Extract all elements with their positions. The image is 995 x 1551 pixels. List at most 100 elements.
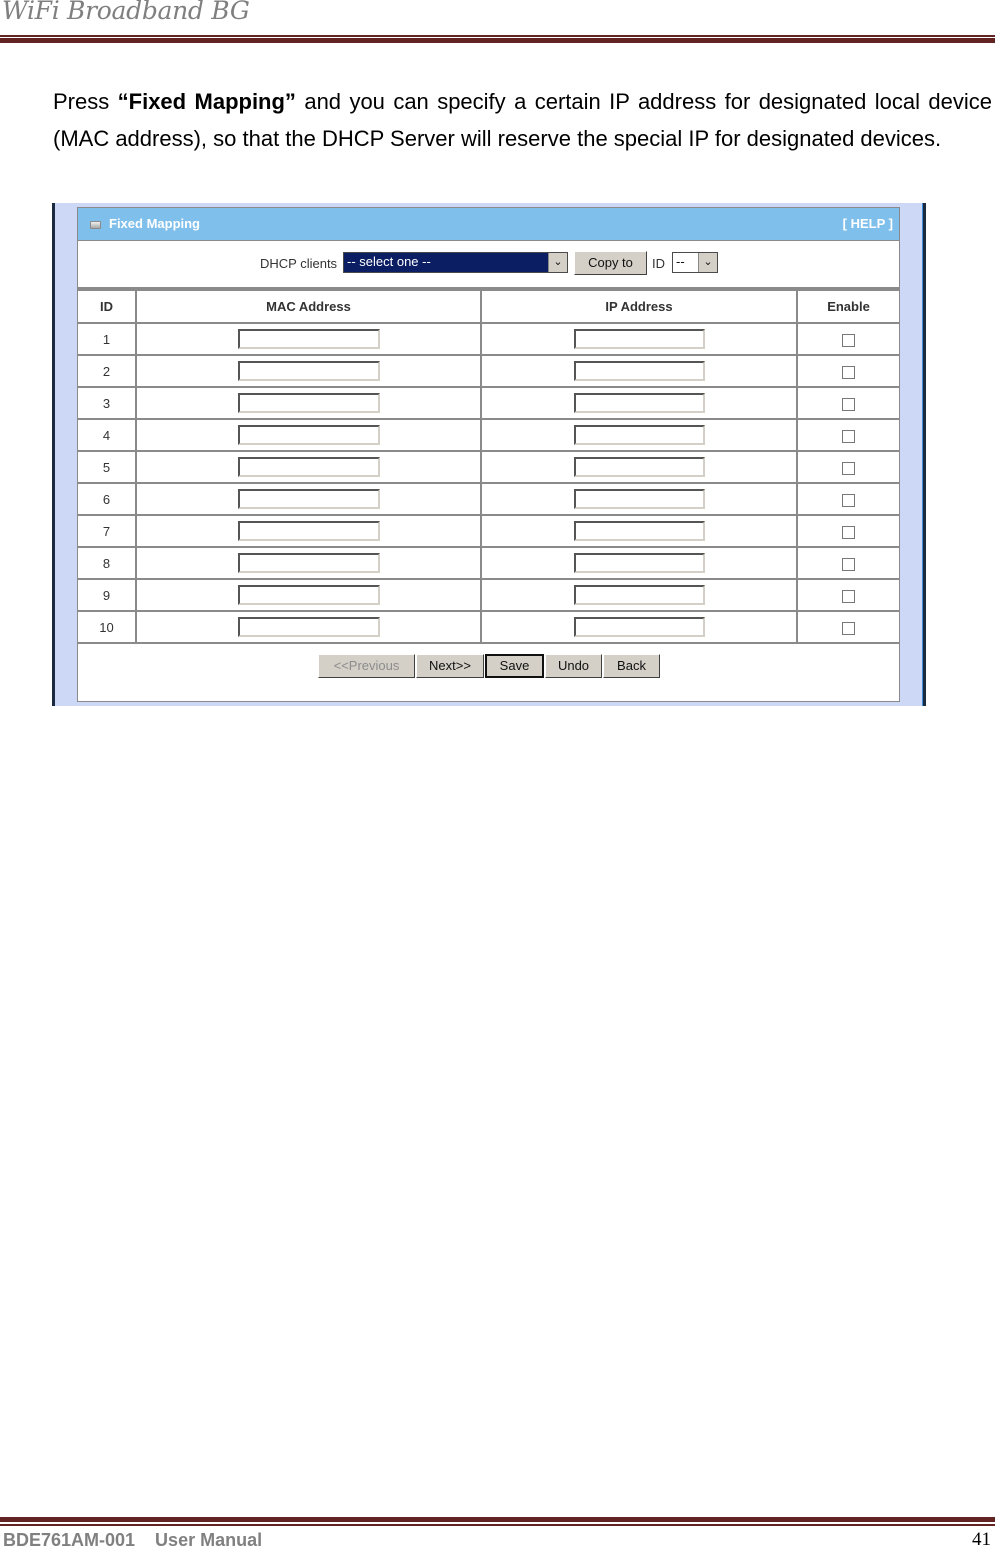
row-id: 6 [78,482,137,516]
mac-address-input[interactable] [237,361,380,381]
mac-cell [135,610,482,644]
mac-address-input[interactable] [237,425,380,445]
column-header-ip: IP Address [480,289,798,324]
enable-cell [796,514,899,548]
ip-address-input[interactable] [573,585,705,605]
enable-cell [796,610,899,644]
ip-cell [480,514,798,548]
ip-address-input[interactable] [573,521,705,541]
chevron-down-icon[interactable]: ⌄ [698,253,717,272]
fixed-mapping-table: ID MAC Address IP Address Enable 1234567… [78,289,899,644]
enable-checkbox[interactable] [842,589,855,603]
table-row: 9 [78,578,899,612]
paragraph-prefix: Press [53,89,118,114]
enable-cell [796,418,899,452]
ip-address-input[interactable] [573,489,705,509]
ip-address-input[interactable] [573,329,705,349]
panel-title: Fixed Mapping [109,216,200,231]
ip-cell [480,578,798,612]
copy-to-button[interactable]: Copy to [574,251,647,275]
mac-address-input[interactable] [237,521,380,541]
id-select[interactable]: -- ⌄ [672,252,718,273]
enable-cell [796,322,899,356]
table-row: 3 [78,386,899,420]
mac-cell [135,354,482,388]
ip-cell [480,610,798,644]
enable-checkbox[interactable] [842,493,855,507]
ip-address-input[interactable] [573,425,705,445]
row-id: 5 [78,450,137,484]
ip-address-input[interactable] [573,393,705,413]
mac-cell [135,546,482,580]
ip-address-input[interactable] [573,457,705,477]
id-label: ID [652,256,665,271]
ip-address-input[interactable] [573,617,705,637]
mac-address-input[interactable] [237,553,380,573]
table-row: 8 [78,546,899,580]
mac-address-input[interactable] [237,489,380,509]
next-button[interactable]: Next>> [416,654,484,678]
row-id: 1 [78,322,137,356]
panel-header: Fixed Mapping [ HELP ] [78,208,899,241]
column-header-enable: Enable [796,289,899,324]
row-id: 7 [78,514,137,548]
button-row: <<Previous Next>> Save Undo Back [78,644,899,688]
footer-rule-thin [0,1524,995,1526]
mac-address-input[interactable] [237,617,380,637]
mac-cell [135,482,482,516]
row-id: 10 [78,610,137,644]
enable-cell [796,450,899,484]
frame-right-edge [923,203,926,706]
row-id: 8 [78,546,137,580]
previous-button[interactable]: <<Previous [318,654,415,678]
enable-cell [796,578,899,612]
column-header-mac: MAC Address [135,289,482,324]
table-row: 5 [78,450,899,484]
table-row: 4 [78,418,899,452]
enable-checkbox[interactable] [842,333,855,347]
body-paragraph: Press “Fixed Mapping” and you can specif… [53,84,992,157]
enable-checkbox[interactable] [842,461,855,475]
chevron-down-icon[interactable]: ⌄ [548,253,567,272]
document-header-title: WiFi Broadband BG [2,0,250,25]
enable-checkbox[interactable] [842,525,855,539]
row-id: 3 [78,386,137,420]
undo-button[interactable]: Undo [545,654,602,678]
table-row: 10 [78,610,899,644]
header-rule-thick [0,38,995,43]
mac-cell [135,386,482,420]
row-id: 2 [78,354,137,388]
enable-checkbox[interactable] [842,557,855,571]
back-button[interactable]: Back [603,654,660,678]
mac-address-input[interactable] [237,393,380,413]
mac-address-input[interactable] [237,457,380,477]
help-link[interactable]: [ HELP ] [843,216,893,231]
mac-address-input[interactable] [237,329,380,349]
enable-checkbox[interactable] [842,365,855,379]
table-header-row: ID MAC Address IP Address Enable [78,289,899,324]
dhcp-clients-select[interactable]: -- select one -- ⌄ [343,252,568,273]
id-selected-value: -- [676,254,685,269]
fixed-mapping-screenshot: Fixed Mapping [ HELP ] DHCP clients -- s… [52,203,926,706]
mac-cell [135,578,482,612]
frame-left-edge [52,203,55,706]
mac-address-input[interactable] [237,585,380,605]
ip-cell [480,482,798,516]
row-id: 4 [78,418,137,452]
table-row: 1 [78,322,899,356]
mac-cell [135,418,482,452]
table-row: 7 [78,514,899,548]
enable-checkbox[interactable] [842,621,855,635]
dhcp-clients-row: DHCP clients -- select one -- ⌄ Copy to … [78,241,899,289]
enable-checkbox[interactable] [842,397,855,411]
table-row: 2 [78,354,899,388]
ip-address-input[interactable] [573,553,705,573]
ip-cell [480,546,798,580]
column-header-id: ID [78,289,137,324]
ip-address-input[interactable] [573,361,705,381]
header-rule-thin [0,35,995,37]
save-button[interactable]: Save [485,654,544,678]
enable-checkbox[interactable] [842,429,855,443]
ip-cell [480,450,798,484]
panel-bullet-icon [90,221,101,229]
